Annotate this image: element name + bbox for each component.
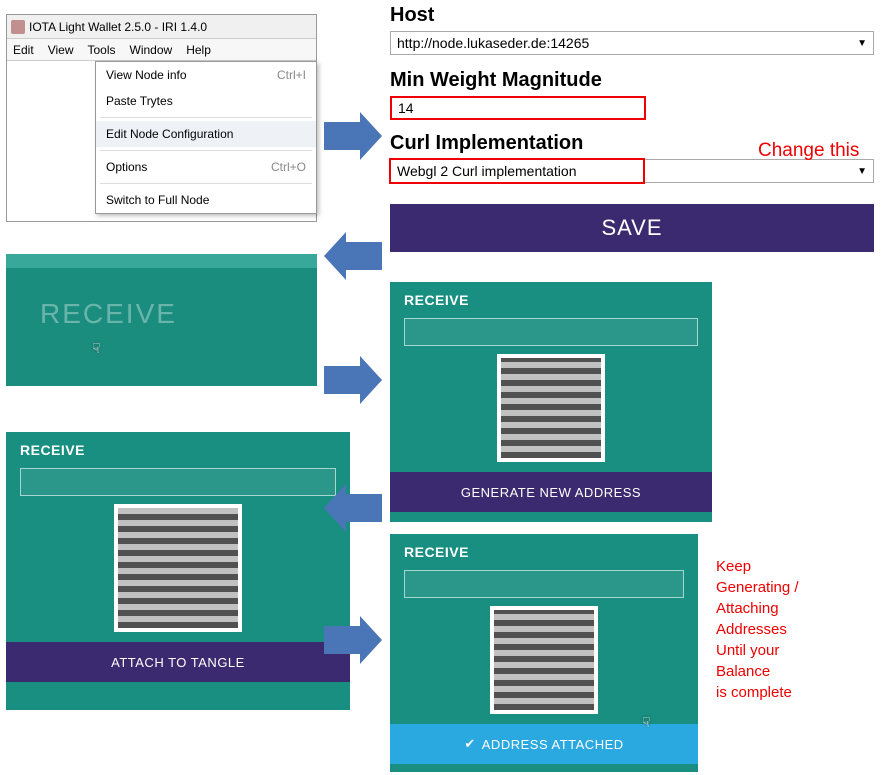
- menu-options[interactable]: Options Ctrl+O: [96, 154, 316, 180]
- menu-paste-trytes[interactable]: Paste Trytes: [96, 88, 316, 114]
- change-this-annotation: Change this: [758, 140, 859, 162]
- qr-code: [490, 606, 598, 714]
- note-line: Keep: [716, 556, 799, 577]
- keep-generating-note: Keep Generating / Attaching Addresses Un…: [716, 556, 799, 703]
- note-line: Balance: [716, 661, 799, 682]
- menu-item-shortcut: Ctrl+O: [271, 160, 306, 174]
- menu-item-label: Switch to Full Node: [106, 193, 209, 207]
- menu-separator: [100, 117, 312, 118]
- menu-edit[interactable]: Edit: [13, 43, 34, 57]
- menu-item-label: Edit Node Configuration: [106, 127, 233, 141]
- flow-arrow-icon: [324, 356, 382, 404]
- receive-generate-panel: RECEIVE GENERATE NEW ADDRESS: [390, 282, 712, 522]
- cursor-hand-icon: [642, 714, 656, 730]
- address-display[interactable]: [404, 570, 684, 598]
- note-line: Addresses: [716, 619, 799, 640]
- menu-item-label: Options: [106, 160, 147, 174]
- menu-tools[interactable]: Tools: [87, 43, 115, 57]
- menu-item-label: View Node info: [106, 68, 187, 82]
- curl-select[interactable]: Webgl 2 Curl implementation ▼: [390, 159, 874, 183]
- status-label: ADDRESS ATTACHED: [482, 737, 624, 752]
- cursor-hand-icon: [92, 340, 106, 356]
- receive-label: RECEIVE: [6, 268, 317, 330]
- note-line: Until your: [716, 640, 799, 661]
- title-bar: IOTA Light Wallet 2.5.0 - IRI 1.4.0: [7, 15, 316, 39]
- menu-separator: [100, 150, 312, 151]
- menu-view-node-info[interactable]: View Node info Ctrl+I: [96, 62, 316, 88]
- address-attached-status: ✔ ADDRESS ATTACHED: [390, 724, 698, 764]
- app-icon: [11, 20, 25, 34]
- button-label: ATTACH TO TANGLE: [111, 655, 245, 670]
- address-display[interactable]: [20, 468, 336, 496]
- menu-separator: [100, 183, 312, 184]
- generate-new-address-button[interactable]: GENERATE NEW ADDRESS: [390, 472, 712, 512]
- receive-header: RECEIVE: [390, 534, 698, 566]
- note-line: Generating /: [716, 577, 799, 598]
- save-label: SAVE: [601, 215, 662, 241]
- tile-top-strip: [6, 254, 317, 268]
- mwm-input[interactable]: 14: [390, 96, 646, 120]
- receive-attach-panel: RECEIVE ATTACH TO TANGLE: [6, 432, 350, 710]
- flow-arrow-icon: [324, 112, 382, 160]
- menu-item-shortcut: Ctrl+I: [277, 68, 306, 82]
- address-display[interactable]: [404, 318, 698, 346]
- menu-edit-node-config[interactable]: Edit Node Configuration: [96, 121, 316, 147]
- menu-window[interactable]: Window: [130, 43, 173, 57]
- note-line: Attaching: [716, 598, 799, 619]
- qr-code: [114, 504, 242, 632]
- note-line: is complete: [716, 682, 799, 703]
- host-label: Host: [390, 4, 874, 27]
- menu-help[interactable]: Help: [186, 43, 211, 57]
- receive-header: RECEIVE: [390, 282, 712, 314]
- receive-nav-tile[interactable]: RECEIVE: [6, 254, 317, 386]
- flow-arrow-icon: [324, 484, 382, 532]
- receive-header: RECEIVE: [6, 432, 350, 464]
- menu-switch-full-node[interactable]: Switch to Full Node: [96, 187, 316, 213]
- menu-view[interactable]: View: [48, 43, 74, 57]
- flow-arrow-icon: [324, 616, 382, 664]
- host-select[interactable]: http://node.lukaseder.de:14265 ▼: [390, 31, 874, 55]
- chevron-down-icon: ▼: [857, 166, 867, 177]
- window-title: IOTA Light Wallet 2.5.0 - IRI 1.4.0: [29, 20, 207, 34]
- flow-arrow-icon: [324, 232, 382, 280]
- mwm-label: Min Weight Magnitude: [390, 69, 874, 92]
- button-label: GENERATE NEW ADDRESS: [461, 485, 641, 500]
- save-button[interactable]: SAVE: [390, 204, 874, 252]
- receive-attached-panel: RECEIVE ✔ ADDRESS ATTACHED: [390, 534, 698, 772]
- tools-dropdown: View Node info Ctrl+I Paste Trytes Edit …: [95, 61, 317, 214]
- check-icon: ✔: [464, 736, 475, 752]
- qr-code: [497, 354, 605, 462]
- wallet-window: IOTA Light Wallet 2.5.0 - IRI 1.4.0 Edit…: [6, 14, 317, 222]
- menu-item-label: Paste Trytes: [106, 94, 173, 108]
- attach-to-tangle-button[interactable]: ATTACH TO TANGLE: [6, 642, 350, 682]
- mwm-value: 14: [398, 100, 414, 116]
- host-value: http://node.lukaseder.de:14265: [397, 35, 589, 51]
- chevron-down-icon: ▼: [857, 38, 867, 49]
- menu-bar: Edit View Tools Window Help: [7, 39, 316, 61]
- curl-value: Webgl 2 Curl implementation: [397, 163, 577, 179]
